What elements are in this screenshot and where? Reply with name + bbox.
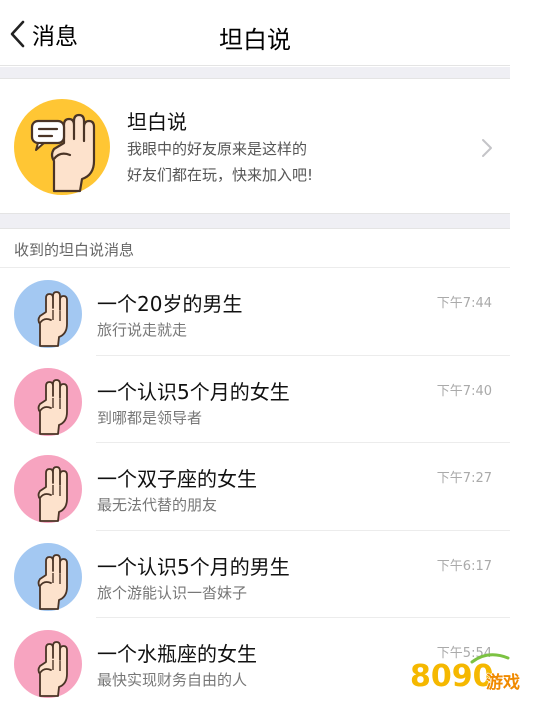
message-row[interactable]: 一个20岁的男生 旅行说走就走 下午7:44 <box>0 268 510 356</box>
page-title: 坦白说 <box>219 26 291 54</box>
section-divider <box>0 214 510 228</box>
banner-desc-line: 我眼中的好友原来是这样的 <box>127 140 308 158</box>
message-time: 下午7:27 <box>436 471 492 486</box>
banner-description: 我眼中的好友原来是这样的 好友们都在玩，快来加入吧! <box>127 136 313 188</box>
chevron-right-icon <box>482 139 492 157</box>
avatar-icon <box>14 542 82 611</box>
message-time: 下午7:40 <box>436 383 492 399</box>
message-title: 一个20岁的男生 <box>97 292 243 316</box>
navigation-bar: 消息 坦白说 <box>0 0 510 66</box>
svg-text:游戏: 游戏 <box>486 672 520 693</box>
message-row[interactable]: 一个认识5个月的女生 到哪都是领导者 下午7:40 <box>0 355 510 443</box>
message-subtitle: 最快实现财务自由的人 <box>97 671 248 689</box>
avatar-icon <box>14 630 82 698</box>
message-subtitle: 旅个游能认识一沓妹子 <box>97 583 248 602</box>
message-subtitle: 旅行说走就走 <box>97 321 188 339</box>
banner-title: 坦白说 <box>127 110 187 134</box>
avatar-icon <box>14 367 82 436</box>
section-header: 收到的坦白说消息 <box>0 228 510 268</box>
banner-desc-line: 好友们都在玩，快来加入吧! <box>127 166 314 184</box>
message-row[interactable]: 一个双子座的女生 最无法代替的朋友 下午7:27 <box>0 443 510 531</box>
avatar-icon <box>14 455 82 523</box>
tanbaishuo-logo-icon <box>14 99 110 195</box>
section-divider <box>0 67 510 78</box>
message-subtitle: 最无法代替的朋友 <box>97 496 218 514</box>
svg-text:8090: 8090 <box>410 659 494 694</box>
message-time: 下午6:17 <box>436 558 492 574</box>
avatar-icon <box>14 280 82 348</box>
message-time: 下午7:44 <box>436 296 492 311</box>
message-list: 一个20岁的男生 旅行说走就走 下午7:44 一个认识5个月的女生 到哪都是领导… <box>0 268 510 705</box>
message-subtitle: 到哪都是领导者 <box>97 408 203 427</box>
message-title: 一个认识5个月的男生 <box>97 554 290 579</box>
message-title: 一个认识5个月的女生 <box>97 379 290 404</box>
section-header-label: 收到的坦白说消息 <box>14 241 135 259</box>
message-title: 一个水瓶座的女生 <box>97 642 257 666</box>
message-title: 一个双子座的女生 <box>97 467 257 491</box>
tanbaishuo-banner[interactable]: 坦白说 我眼中的好友原来是这样的 好友们都在玩，快来加入吧! <box>0 78 510 214</box>
watermark-logo: 8090 游戏 <box>409 653 521 695</box>
message-row[interactable]: 一个认识5个月的男生 旅个游能认识一沓妹子 下午6:17 <box>0 530 510 618</box>
